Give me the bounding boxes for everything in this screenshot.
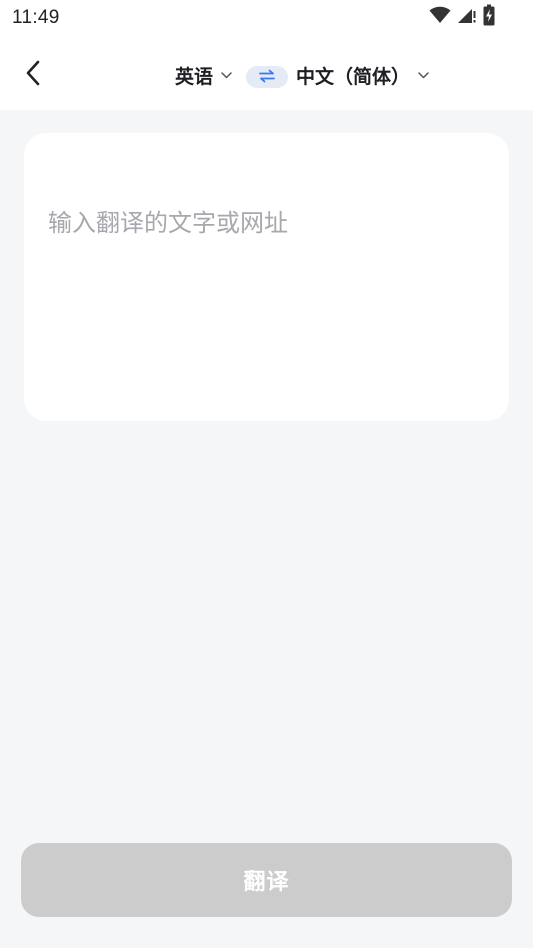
- back-button[interactable]: [18, 60, 48, 90]
- status-icons: [429, 4, 495, 30]
- swap-languages-button[interactable]: [246, 66, 288, 88]
- source-language-label: 英语: [175, 65, 214, 88]
- language-header: 英语 中文（简体）: [0, 38, 533, 110]
- swap-arrows-icon: [258, 68, 276, 87]
- input-card: [24, 133, 509, 421]
- cellular-signal-icon: [457, 6, 477, 28]
- wifi-icon: [429, 6, 451, 28]
- chevron-down-icon: [221, 71, 232, 79]
- target-language-label: 中文（简体）: [296, 65, 411, 88]
- chevron-down-icon: [418, 71, 429, 79]
- translate-button[interactable]: 翻译: [21, 843, 512, 917]
- source-language-selector[interactable]: 英语: [175, 60, 232, 90]
- chevron-left-icon: [25, 60, 41, 90]
- status-bar: 11:49: [0, 0, 533, 38]
- translation-input[interactable]: [48, 203, 488, 383]
- target-language-selector[interactable]: 中文（简体）: [296, 60, 429, 90]
- status-time: 11:49: [12, 7, 60, 28]
- battery-charging-icon: [483, 4, 495, 30]
